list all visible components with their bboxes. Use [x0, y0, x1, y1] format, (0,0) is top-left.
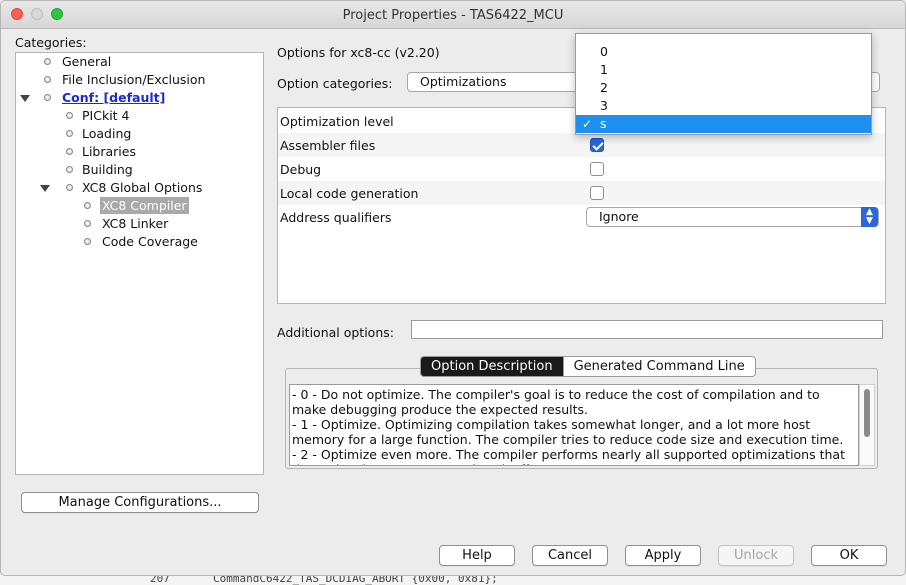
bullet-icon [44, 94, 51, 101]
project-properties-dialog: Project Properties - TAS6422_MCU Categor… [0, 0, 906, 576]
background-editor-strip: 207 CommandC6422_TAS_DCDIAG_ABORT {0x00,… [0, 575, 906, 585]
tree-item-xc8-global[interactable]: XC8 Global Options [82, 179, 202, 196]
row-label: Optimization level [280, 114, 394, 129]
row-label: Local code generation [280, 186, 419, 201]
address-qualifiers-value: Ignore [599, 209, 639, 224]
unlock-button[interactable]: Unlock [718, 545, 794, 566]
dropdown-option-2[interactable]: 2 [576, 79, 871, 97]
description-line: - 2 - Optimize even more. The compiler p… [292, 447, 845, 465]
cancel-button[interactable]: Cancel [532, 545, 608, 566]
bullet-icon [66, 130, 73, 137]
dropdown-option-label: s [600, 116, 607, 131]
help-button[interactable]: Help [439, 545, 515, 566]
tree-item-pickit[interactable]: PICkit 4 [82, 107, 130, 124]
row-address-qualifiers[interactable]: Address qualifiers Ignore ▲ ▼ [278, 205, 885, 229]
tree-item-xc8-compiler[interactable]: XC8 Compiler [100, 197, 189, 214]
expand-triangle-icon[interactable] [40, 185, 50, 192]
row-label: Assembler files [280, 138, 376, 153]
dropdown-option-1[interactable]: 1 [576, 61, 871, 79]
debug-checkbox[interactable] [590, 162, 604, 176]
window-title: Project Properties - TAS6422_MCU [342, 8, 564, 23]
tab-generated-command-line[interactable]: Generated Command Line [562, 357, 755, 376]
options-header: Options for xc8-cc (v2.20) [277, 45, 440, 60]
row-assembler-files[interactable]: Assembler files [278, 133, 885, 157]
ok-button[interactable]: OK [811, 545, 887, 566]
optimization-level-dropdown[interactable]: 0 1 2 3 ✓ s [575, 33, 872, 135]
dropdown-option-s[interactable]: ✓ s [576, 115, 871, 133]
bullet-icon [66, 166, 73, 173]
row-debug[interactable]: Debug [278, 157, 885, 181]
tree-item-conf[interactable]: Conf: [default] [62, 89, 165, 106]
bullet-icon [66, 148, 73, 155]
additional-options-label: Additional options: [277, 325, 394, 340]
tree-item-general[interactable]: General [62, 53, 111, 70]
address-qualifiers-select[interactable]: Ignore ▲ ▼ [586, 207, 879, 227]
apply-button[interactable]: Apply [625, 545, 701, 566]
tree-item-xc8-linker[interactable]: XC8 Linker [102, 215, 168, 232]
tree-item-file-inclusion[interactable]: File Inclusion/Exclusion [62, 71, 205, 88]
tree-item-loading[interactable]: Loading [82, 125, 131, 142]
checkmark-icon: ✓ [582, 117, 593, 131]
option-categories-value: Optimizations [420, 74, 507, 89]
dropdown-option-0[interactable]: 0 [576, 43, 871, 61]
option-description-text: - 0 - Do not optimize. The compiler's go… [289, 384, 859, 466]
background-code-line: CommandC6422_TAS_DCDIAG_ABORT {0x00, 0x8… [213, 575, 498, 585]
bullet-icon [44, 76, 51, 83]
bullet-icon [84, 220, 91, 227]
dropdown-option-3[interactable]: 3 [576, 97, 871, 115]
bullet-icon [66, 184, 73, 191]
bullet-icon [66, 112, 73, 119]
additional-options-input[interactable] [411, 320, 883, 339]
bullet-icon [84, 238, 91, 245]
title-bar: Project Properties - TAS6422_MCU [1, 1, 905, 29]
description-scrollbar[interactable] [859, 384, 875, 466]
option-categories-label: Option categories: [277, 76, 393, 91]
description-line: - 0 - Do not optimize. The compiler's go… [292, 387, 820, 417]
tree-item-libraries[interactable]: Libraries [82, 143, 136, 160]
tree-item-code-coverage[interactable]: Code Coverage [102, 233, 198, 250]
description-line: - 1 - Optimize. Optimizing compilation t… [292, 417, 844, 447]
bullet-icon [44, 58, 51, 65]
tab-option-description[interactable]: Option Description [421, 357, 563, 376]
chevron-updown-icon: ▲ ▼ [861, 207, 878, 227]
row-label: Debug [280, 162, 322, 177]
tree-item-building[interactable]: Building [82, 161, 133, 178]
row-label: Address qualifiers [280, 210, 392, 225]
expand-triangle-icon[interactable] [20, 95, 30, 102]
scrollbar-thumb[interactable] [864, 389, 870, 437]
manage-configurations-button[interactable]: Manage Configurations... [21, 492, 259, 513]
background-line-number: 207 [150, 575, 170, 585]
row-local-code-generation[interactable]: Local code generation [278, 181, 885, 205]
local-code-generation-checkbox[interactable] [590, 186, 604, 200]
options-table: Optimization level Assembler files Debug… [277, 107, 886, 304]
bullet-icon [84, 202, 91, 209]
categories-label: Categories: [15, 35, 87, 50]
categories-tree[interactable]: General File Inclusion/Exclusion Conf: [… [15, 52, 264, 475]
description-tabs: Option Description Generated Command Lin… [420, 356, 756, 377]
assembler-files-checkbox[interactable] [590, 138, 604, 152]
